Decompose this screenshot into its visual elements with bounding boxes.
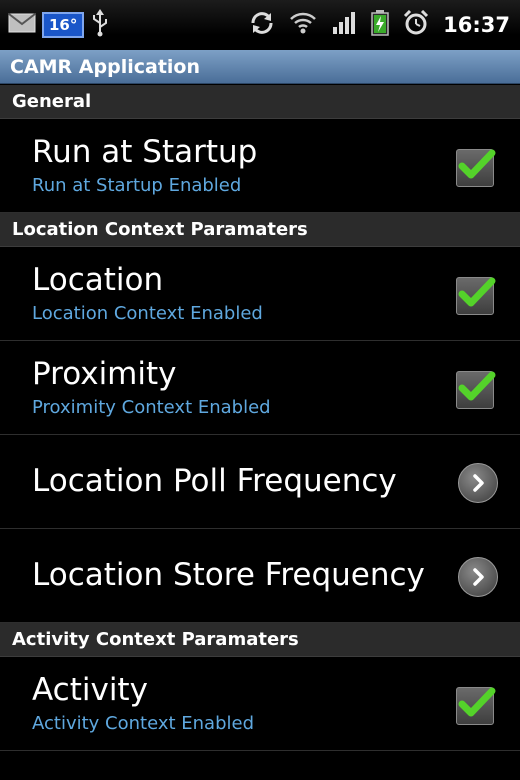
pref-summary: Location Context Enabled — [32, 303, 263, 324]
chevron-right-icon[interactable] — [458, 557, 498, 597]
usb-icon — [90, 9, 110, 41]
run-at-startup-checkbox[interactable] — [456, 149, 496, 187]
category-general: General — [0, 85, 520, 119]
app-screen: 16° 16:37 CAMR Application General Run a… — [0, 0, 520, 780]
pref-activity[interactable]: Activity Activity Context Enabled — [0, 657, 520, 751]
pref-location-poll-frequency[interactable]: Location Poll Frequency — [0, 435, 520, 529]
proximity-checkbox[interactable] — [456, 371, 496, 409]
pref-title: Proximity — [32, 356, 177, 392]
checkmark-icon — [458, 371, 496, 401]
app-title: CAMR Application — [10, 56, 200, 78]
status-clock: 16:37 — [443, 13, 510, 37]
pref-summary: Proximity Context Enabled — [32, 397, 271, 418]
pref-title: Activity — [32, 672, 148, 708]
chevron-right-icon[interactable] — [458, 463, 498, 503]
wifi-icon — [289, 11, 317, 39]
pref-title: Location — [32, 262, 164, 298]
sync-icon — [249, 11, 275, 39]
checkmark-icon — [458, 687, 496, 717]
pref-title: Location Store Frequency — [32, 557, 425, 593]
temperature-badge: 16° — [42, 12, 85, 38]
mail-icon — [8, 13, 36, 37]
pref-proximity[interactable]: Proximity Proximity Context Enabled — [0, 341, 520, 435]
checkmark-icon — [458, 277, 496, 307]
signal-icon — [331, 11, 357, 39]
alarm-icon — [403, 9, 429, 40]
location-checkbox[interactable] — [456, 277, 496, 315]
pref-location[interactable]: Location Location Context Enabled — [0, 247, 520, 341]
battery-charging-icon — [371, 10, 389, 40]
app-title-bar: CAMR Application — [0, 50, 520, 84]
category-activity-context: Activity Context Paramaters — [0, 623, 520, 657]
preference-list: General Run at Startup Run at Startup En… — [0, 85, 520, 751]
activity-checkbox[interactable] — [456, 687, 496, 725]
pref-summary: Activity Context Enabled — [32, 713, 255, 734]
pref-run-at-startup[interactable]: Run at Startup Run at Startup Enabled — [0, 119, 520, 213]
pref-location-store-frequency[interactable]: Location Store Frequency — [0, 529, 520, 623]
pref-title: Location Poll Frequency — [32, 463, 397, 499]
status-bar: 16° 16:37 — [0, 0, 520, 50]
pref-summary: Run at Startup Enabled — [32, 175, 242, 196]
checkmark-icon — [458, 149, 496, 179]
pref-title: Run at Startup — [32, 134, 258, 170]
category-location-context: Location Context Paramaters — [0, 213, 520, 247]
